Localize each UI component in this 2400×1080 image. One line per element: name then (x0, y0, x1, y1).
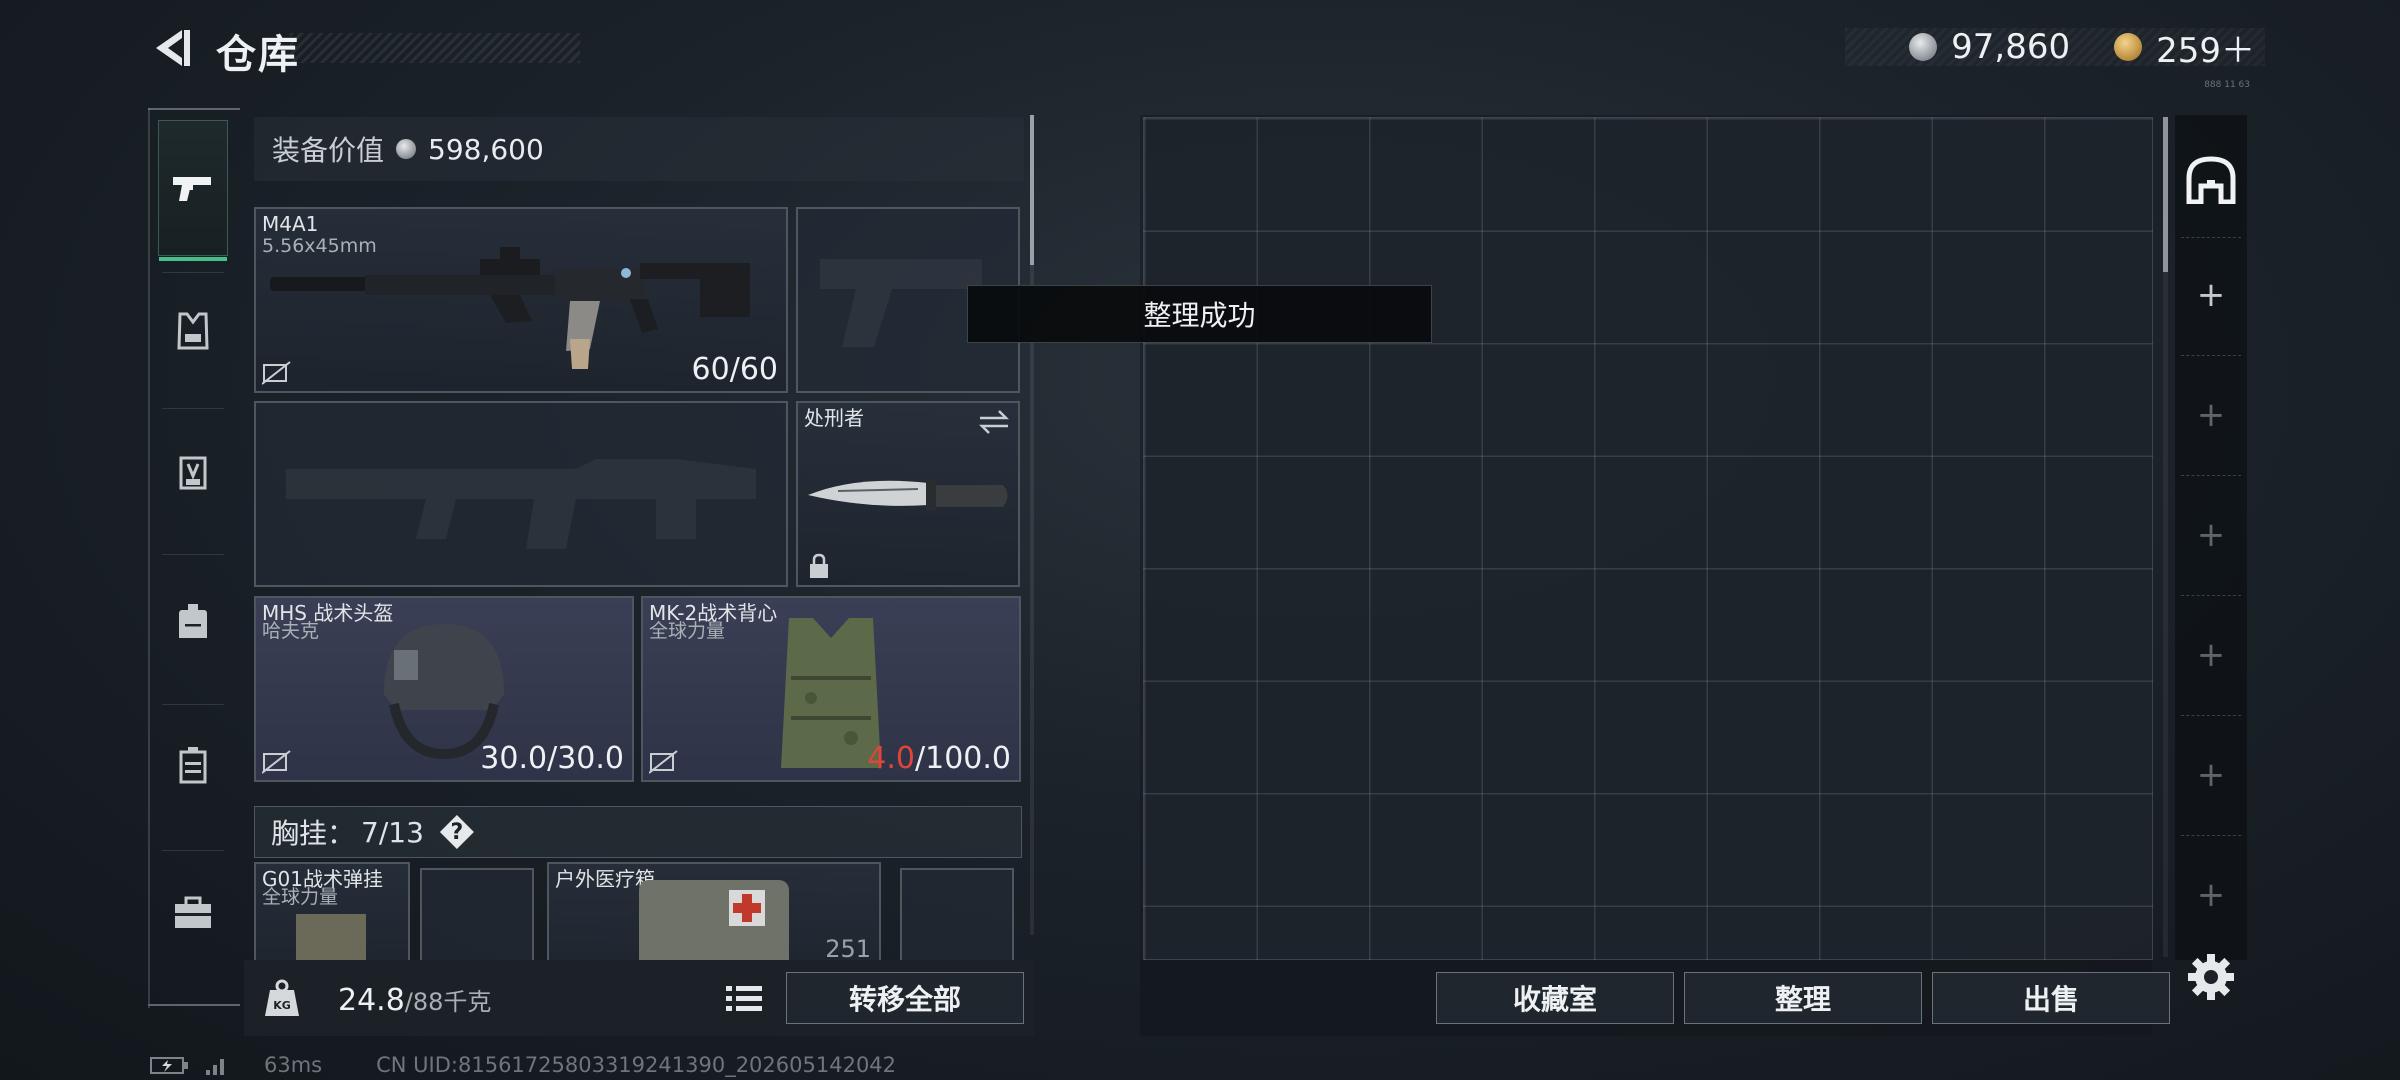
no-drop-icon (262, 361, 291, 385)
sidebar-item-backpack[interactable] (158, 576, 228, 666)
sidebar-item-weapons[interactable] (158, 120, 228, 261)
helmet-brand: 哈夫克 (262, 620, 320, 642)
container-tab-home[interactable] (2175, 125, 2247, 235)
lock-icon (810, 553, 828, 578)
container-tab-add-6[interactable]: + (2175, 840, 2247, 950)
rig-icon (179, 456, 207, 490)
help-icon[interactable]: ? (439, 815, 474, 849)
vest-slot[interactable]: MK-2战术背心 全球力量 4.0/100.0 (641, 596, 1021, 782)
chest-rig-header: 胸挂： 7/13 ? (254, 806, 1022, 858)
plus-icon: + (2196, 875, 2226, 915)
plus-icon: + (2196, 635, 2226, 675)
equipment-value-bar: 装备价值 598,600 (254, 117, 1024, 181)
medkit-image (639, 880, 789, 960)
container-tab-add-1[interactable]: + (2175, 240, 2247, 350)
plus-icon: + (2196, 755, 2226, 795)
page-title: 仓库 (216, 32, 300, 78)
sidebar-item-toolbox[interactable] (158, 868, 228, 958)
swap-icon[interactable] (978, 409, 1010, 435)
storage-scrollbar-thumb[interactable] (2163, 117, 2168, 272)
container-tab-add-5[interactable]: + (2175, 720, 2247, 830)
weight-icon: KG (265, 979, 299, 1016)
collection-room-button[interactable]: 收藏室 (1436, 972, 1674, 1024)
gold-currency-value[interactable]: 259＋ (2156, 23, 2255, 72)
settings-button[interactable] (2186, 952, 2236, 1002)
helmet-slot[interactable]: MHS 战术头盔 哈夫克 30.0/30.0 (254, 596, 634, 782)
case-icon (179, 747, 207, 784)
helmet-durability: 30.0/30.0 (480, 741, 624, 776)
container-tab-add-2[interactable]: + (2175, 360, 2247, 470)
rig-empty-slot[interactable] (420, 868, 534, 960)
title-decoration (290, 33, 580, 63)
rig-item-medkit[interactable]: 户外医疗箱 251 (547, 862, 881, 960)
gold-coin-icon (2114, 33, 2143, 61)
weight-max: /88千克 (404, 988, 492, 1016)
container-tab-add-4[interactable]: + (2175, 600, 2247, 710)
gear-icon (2188, 954, 2234, 1000)
rifle-silhouette-icon (286, 459, 756, 549)
vest-durability: 4.0/100.0 (867, 741, 1011, 776)
uid-text: CN UID:81561725803319241390_202605142042 (376, 1053, 897, 1077)
chest-rig-label: 胸挂： (271, 817, 356, 850)
plus-icon: + (2196, 275, 2226, 315)
sell-button[interactable]: 出售 (1932, 972, 2170, 1024)
melee-name: 处刑者 (804, 406, 864, 430)
equipment-scrollbar-thumb[interactable] (1030, 115, 1034, 265)
vest-icon (177, 312, 209, 350)
sidebar-item-cases[interactable] (158, 720, 228, 810)
currency-bar: 97,860 259＋ (1845, 27, 2265, 71)
sidebar (148, 108, 240, 1008)
executioner-knife-image (808, 479, 1008, 511)
equipment-value-label: 装备价值 (272, 134, 385, 167)
backpack-icon (179, 604, 207, 638)
list-icon (726, 986, 762, 1011)
medkit-value: 251 (825, 935, 871, 960)
container-tab-add-3[interactable]: + (2175, 480, 2247, 590)
chest-rig-count: 7/13 (361, 815, 424, 849)
silver-currency-value: 97,860 (1951, 27, 2071, 67)
silver-coin-icon (1909, 33, 1938, 61)
transfer-all-button[interactable]: 转移全部 (786, 972, 1024, 1024)
status-bar: 63ms CN UID:81561725803319241390_2026051… (150, 1052, 896, 1078)
secondary-weapon-slot[interactable] (254, 401, 788, 587)
carry-weight: 24.8/88千克 (338, 982, 491, 1018)
silver-coin-icon (396, 139, 417, 159)
signal-icon (206, 1059, 224, 1075)
ping-text: 63ms (264, 1053, 323, 1077)
list-view-button[interactable] (722, 978, 768, 1018)
vest-brand: 全球力量 (649, 620, 726, 642)
sidebar-item-chest-rig[interactable] (158, 428, 228, 518)
toolbox-icon (175, 896, 211, 928)
weight-current: 24.8 (338, 983, 405, 1018)
plus-icon: + (2196, 395, 2226, 435)
battery-icon (150, 1057, 188, 1074)
primary-weapon-slot[interactable]: M4A1 5.56x45mm 60/60 (254, 207, 788, 393)
melee-slot[interactable]: 处刑者 (796, 401, 1020, 587)
no-drop-icon (649, 750, 678, 774)
kg-label: KG (273, 999, 291, 1012)
ammo-count: 60/60 (691, 352, 778, 387)
sidebar-item-armor[interactable] (158, 286, 228, 376)
equipment-value: 598,600 (428, 132, 544, 166)
no-drop-icon (262, 750, 291, 774)
warehouse-icon (2186, 156, 2236, 204)
back-arrow-icon (156, 30, 190, 66)
rig-empty-slot[interactable] (900, 868, 1014, 960)
toast-message: 整理成功 (967, 285, 1432, 343)
plus-icon: + (2196, 515, 2226, 555)
sort-button[interactable]: 整理 (1684, 972, 1922, 1024)
tactical-rig-image (296, 914, 366, 960)
storage-grid[interactable] (1143, 117, 2153, 960)
chest-rig-slots: G01战术弹挂 全球力量 户外医疗箱 251 (254, 862, 1034, 960)
pistol-icon (173, 177, 211, 201)
rig-item-g01[interactable]: G01战术弹挂 全球力量 (254, 862, 410, 960)
container-tabs: + + + + + + (2175, 115, 2247, 960)
tiny-label: 888 11 63 (2204, 80, 2250, 90)
back-button[interactable] (150, 26, 192, 70)
